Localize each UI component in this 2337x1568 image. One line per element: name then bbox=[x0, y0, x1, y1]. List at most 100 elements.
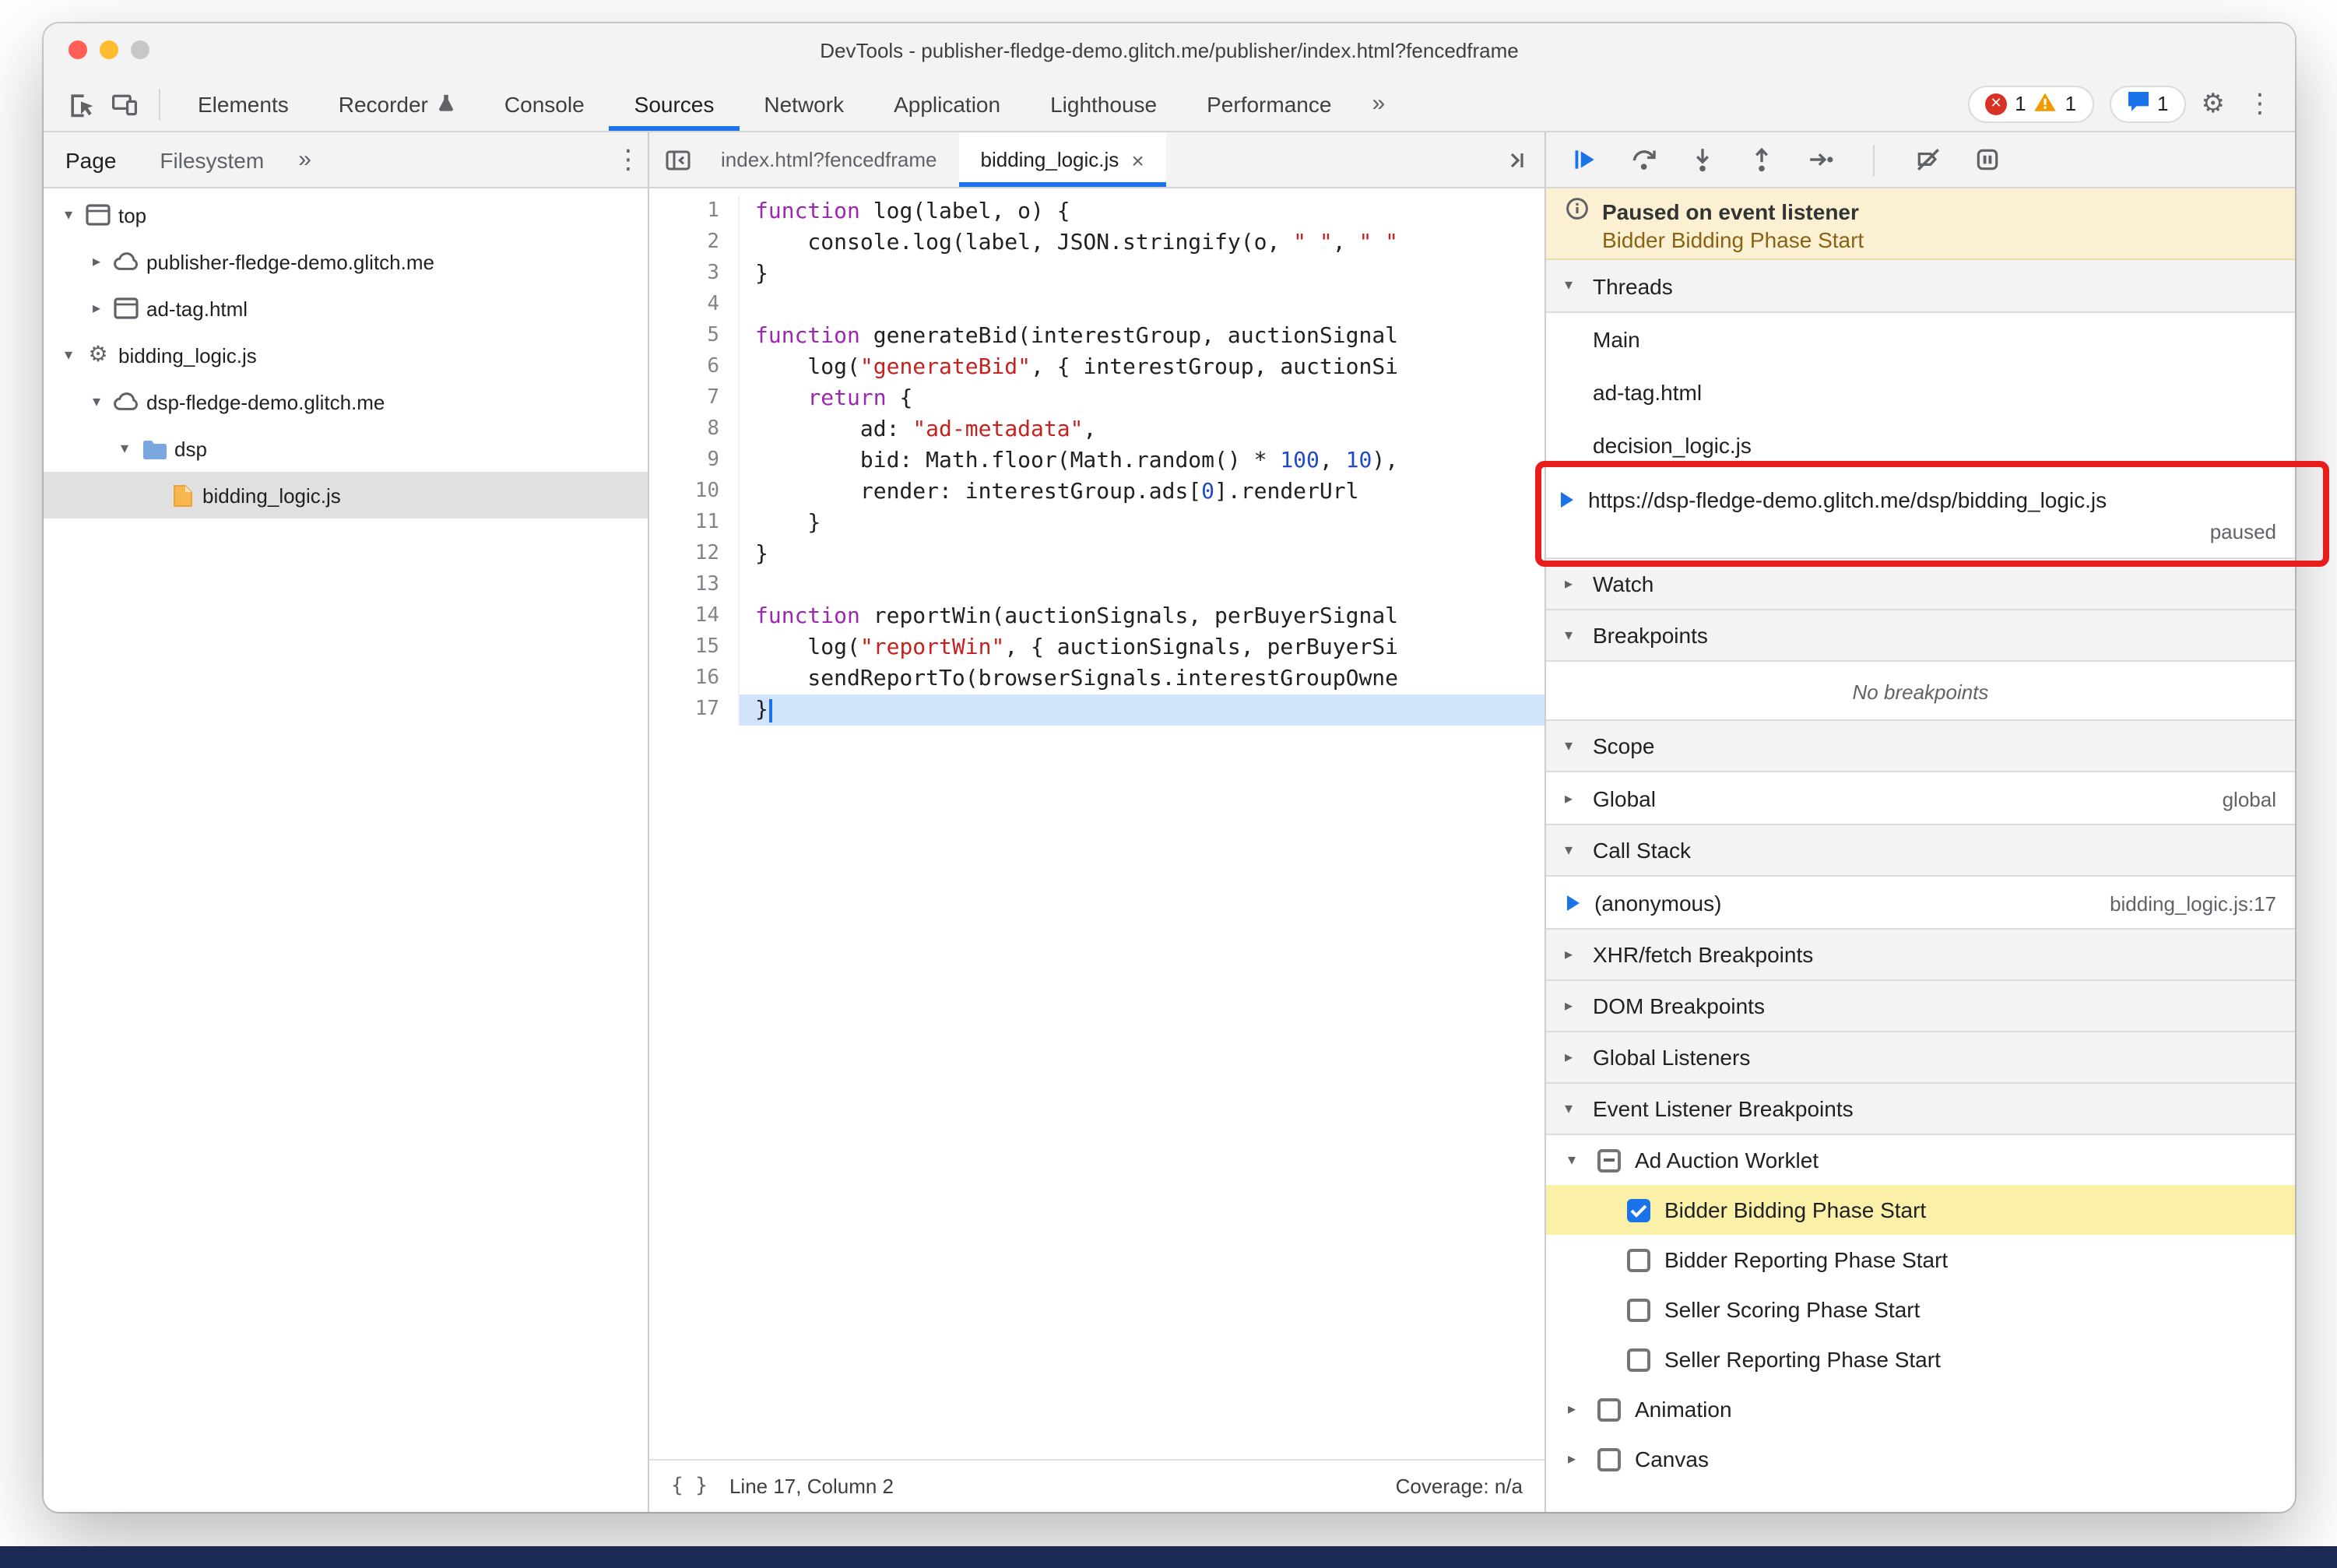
checkbox-indeterminate[interactable] bbox=[1597, 1148, 1621, 1172]
line-number[interactable]: 6 bbox=[649, 352, 740, 383]
code-line[interactable]: 8 ad: "ad-metadata", bbox=[649, 414, 1545, 445]
step-out-icon[interactable] bbox=[1742, 141, 1780, 178]
section-breakpoints[interactable]: ▾ Breakpoints bbox=[1546, 609, 2295, 662]
thread-row-current-bidding-logic[interactable]: https://dsp-fledge-demo.glitch.me/dsp/bi… bbox=[1546, 472, 2295, 559]
elb-group-ad-auction-worklet[interactable]: ▾ Ad Auction Worklet bbox=[1546, 1135, 2295, 1185]
code-line[interactable]: 15 log("reportWin", { auctionSignals, pe… bbox=[649, 632, 1545, 663]
code-line[interactable]: 6 log("generateBid", { interestGroup, au… bbox=[649, 352, 1545, 383]
code-line[interactable]: 13 bbox=[649, 570, 1545, 601]
thread-row-ad-tag[interactable]: ad-tag.html bbox=[1546, 366, 2295, 419]
thread-row-decision-logic[interactable]: decision_logic.js bbox=[1546, 419, 2295, 472]
tab-recorder[interactable]: Recorder bbox=[314, 76, 480, 131]
toggle-navigator-icon[interactable] bbox=[655, 138, 699, 181]
tab-performance[interactable]: Performance bbox=[1182, 76, 1356, 131]
tree-item-top[interactable]: ▾ top bbox=[44, 192, 648, 238]
code-line[interactable]: 11 } bbox=[649, 508, 1545, 539]
close-tab-icon[interactable]: × bbox=[1131, 147, 1144, 172]
tab-application[interactable]: Application bbox=[869, 76, 1025, 131]
pause-on-exceptions-icon[interactable] bbox=[1968, 141, 2005, 178]
chevron-right-icon[interactable]: ▸ bbox=[84, 300, 109, 317]
thread-row-main[interactable]: Main bbox=[1546, 313, 2295, 366]
line-number[interactable]: 4 bbox=[649, 290, 740, 321]
elb-item-seller-scoring-phase-start[interactable]: Seller Scoring Phase Start bbox=[1546, 1285, 2295, 1334]
tab-elements[interactable]: Elements bbox=[173, 76, 314, 131]
deactivate-breakpoints-icon[interactable] bbox=[1909, 141, 1946, 178]
code-line[interactable]: 14 function reportWin(auctionSignals, per… bbox=[649, 601, 1545, 632]
section-xhr-fetch-breakpoints[interactable]: ▸ XHR/fetch Breakpoints bbox=[1546, 928, 2295, 981]
tab-network[interactable]: Network bbox=[739, 76, 869, 131]
line-number[interactable]: 15 bbox=[649, 632, 740, 663]
elb-item-seller-reporting-phase-start[interactable]: Seller Reporting Phase Start bbox=[1546, 1334, 2295, 1384]
chevron-down-icon[interactable]: ▾ bbox=[84, 393, 109, 410]
line-number[interactable]: 3 bbox=[649, 258, 740, 290]
code-line[interactable]: 17} bbox=[649, 694, 1545, 726]
tree-item-publisher-domain[interactable]: ▸ publisher-fledge-demo.glitch.me bbox=[44, 238, 648, 285]
code-line[interactable]: 16 sendReportTo(browserSignals.interestG… bbox=[649, 663, 1545, 694]
elb-group-canvas[interactable]: ▸ Canvas bbox=[1546, 1434, 2295, 1484]
more-panels-chevron[interactable]: » bbox=[1356, 76, 1400, 131]
next-editor-tab-icon[interactable] bbox=[1495, 138, 1538, 181]
section-dom-breakpoints[interactable]: ▸ DOM Breakpoints bbox=[1546, 979, 2295, 1032]
tree-item-dsp-folder[interactable]: ▾ dsp bbox=[44, 425, 648, 472]
chevron-down-icon[interactable]: ▾ bbox=[56, 346, 81, 364]
frame-location-link[interactable]: bidding_logic.js:17 bbox=[2110, 891, 2276, 915]
section-scope[interactable]: ▾ Scope bbox=[1546, 719, 2295, 772]
elb-item-bidder-reporting-phase-start[interactable]: Bidder Reporting Phase Start bbox=[1546, 1235, 2295, 1285]
line-number[interactable]: 14 bbox=[649, 601, 740, 632]
checkbox-unchecked[interactable] bbox=[1597, 1397, 1621, 1421]
chevron-down-icon[interactable]: ▾ bbox=[56, 206, 81, 223]
inspect-element-icon[interactable] bbox=[59, 82, 103, 125]
tab-filesystem[interactable]: Filesystem bbox=[138, 132, 286, 187]
tab-console[interactable]: Console bbox=[480, 76, 610, 131]
code-line[interactable]: 2 console.log(label, JSON.stringify(o, "… bbox=[649, 227, 1545, 258]
call-stack-frame-anonymous[interactable]: (anonymous) bidding_logic.js:17 bbox=[1546, 877, 2295, 930]
checkbox-unchecked[interactable] bbox=[1627, 1348, 1650, 1371]
more-options-kebab-icon[interactable]: ⋮ bbox=[2240, 88, 2279, 119]
section-watch[interactable]: ▸ Watch bbox=[1546, 557, 2295, 610]
line-number[interactable]: 7 bbox=[649, 383, 740, 414]
code-line[interactable]: 1 function log(label, o) { bbox=[649, 196, 1545, 227]
line-number[interactable]: 16 bbox=[649, 663, 740, 694]
issues-badge[interactable]: 1 bbox=[2109, 85, 2186, 122]
tab-lighthouse[interactable]: Lighthouse bbox=[1025, 76, 1182, 131]
tab-sources[interactable]: Sources bbox=[610, 76, 740, 131]
scope-global-row[interactable]: ▸ Global global bbox=[1546, 772, 2295, 825]
step-icon[interactable] bbox=[1801, 141, 1839, 178]
tree-item-dsp-domain[interactable]: ▾ dsp-fledge-demo.glitch.me bbox=[44, 378, 648, 425]
line-number[interactable]: 9 bbox=[649, 445, 740, 476]
editor-tab-bidding-logic[interactable]: bidding_logic.js × bbox=[958, 132, 1166, 187]
elb-group-animation[interactable]: ▸ Animation bbox=[1546, 1384, 2295, 1434]
tree-item-bidding-logic-file[interactable]: bidding_logic.js bbox=[44, 472, 648, 519]
line-number[interactable]: 5 bbox=[649, 321, 740, 352]
code-line[interactable]: 9 bid: Math.floor(Math.random() * 100, 1… bbox=[649, 445, 1545, 476]
navigator-kebab-icon[interactable]: ⋮ bbox=[609, 144, 648, 175]
line-number[interactable]: 11 bbox=[649, 508, 740, 539]
code-line[interactable]: 5 function generateBid(interestGroup, auc… bbox=[649, 321, 1545, 352]
editor-tab-index-html[interactable]: index.html?fencedframe bbox=[699, 132, 959, 187]
step-into-icon[interactable] bbox=[1683, 141, 1720, 178]
checkbox-unchecked[interactable] bbox=[1627, 1298, 1650, 1321]
section-threads[interactable]: ▾ Threads bbox=[1546, 260, 2295, 313]
resume-script-icon[interactable] bbox=[1565, 141, 1602, 178]
tree-item-bidding-logic-worklet[interactable]: ▾ ⚙ bidding_logic.js bbox=[44, 332, 648, 378]
line-number[interactable]: 12 bbox=[649, 539, 740, 570]
section-event-listener-breakpoints[interactable]: ▾ Event Listener Breakpoints bbox=[1546, 1082, 2295, 1135]
elb-item-bidder-bidding-phase-start[interactable]: Bidder Bidding Phase Start bbox=[1546, 1185, 2295, 1235]
code-editor[interactable]: 1 function log(label, o) {2 console.log(l… bbox=[649, 188, 1545, 1459]
code-line[interactable]: 3} bbox=[649, 258, 1545, 290]
section-call-stack[interactable]: ▾ Call Stack bbox=[1546, 824, 2295, 877]
line-number[interactable]: 17 bbox=[649, 694, 740, 726]
line-number[interactable]: 8 bbox=[649, 414, 740, 445]
code-line[interactable]: 4 bbox=[649, 290, 1545, 321]
line-number[interactable]: 13 bbox=[649, 570, 740, 601]
navigator-more-tabs-chevron[interactable]: » bbox=[286, 132, 324, 187]
step-over-icon[interactable] bbox=[1624, 141, 1661, 178]
checkbox-unchecked[interactable] bbox=[1597, 1447, 1621, 1471]
code-line[interactable]: 12} bbox=[649, 539, 1545, 570]
device-toolbar-icon[interactable] bbox=[103, 82, 146, 125]
code-line[interactable]: 7 return { bbox=[649, 383, 1545, 414]
line-number[interactable]: 10 bbox=[649, 476, 740, 508]
section-global-listeners[interactable]: ▸ Global Listeners bbox=[1546, 1031, 2295, 1084]
pretty-print-icon[interactable]: { } bbox=[671, 1475, 708, 1498]
checkbox-checked[interactable] bbox=[1627, 1198, 1650, 1222]
